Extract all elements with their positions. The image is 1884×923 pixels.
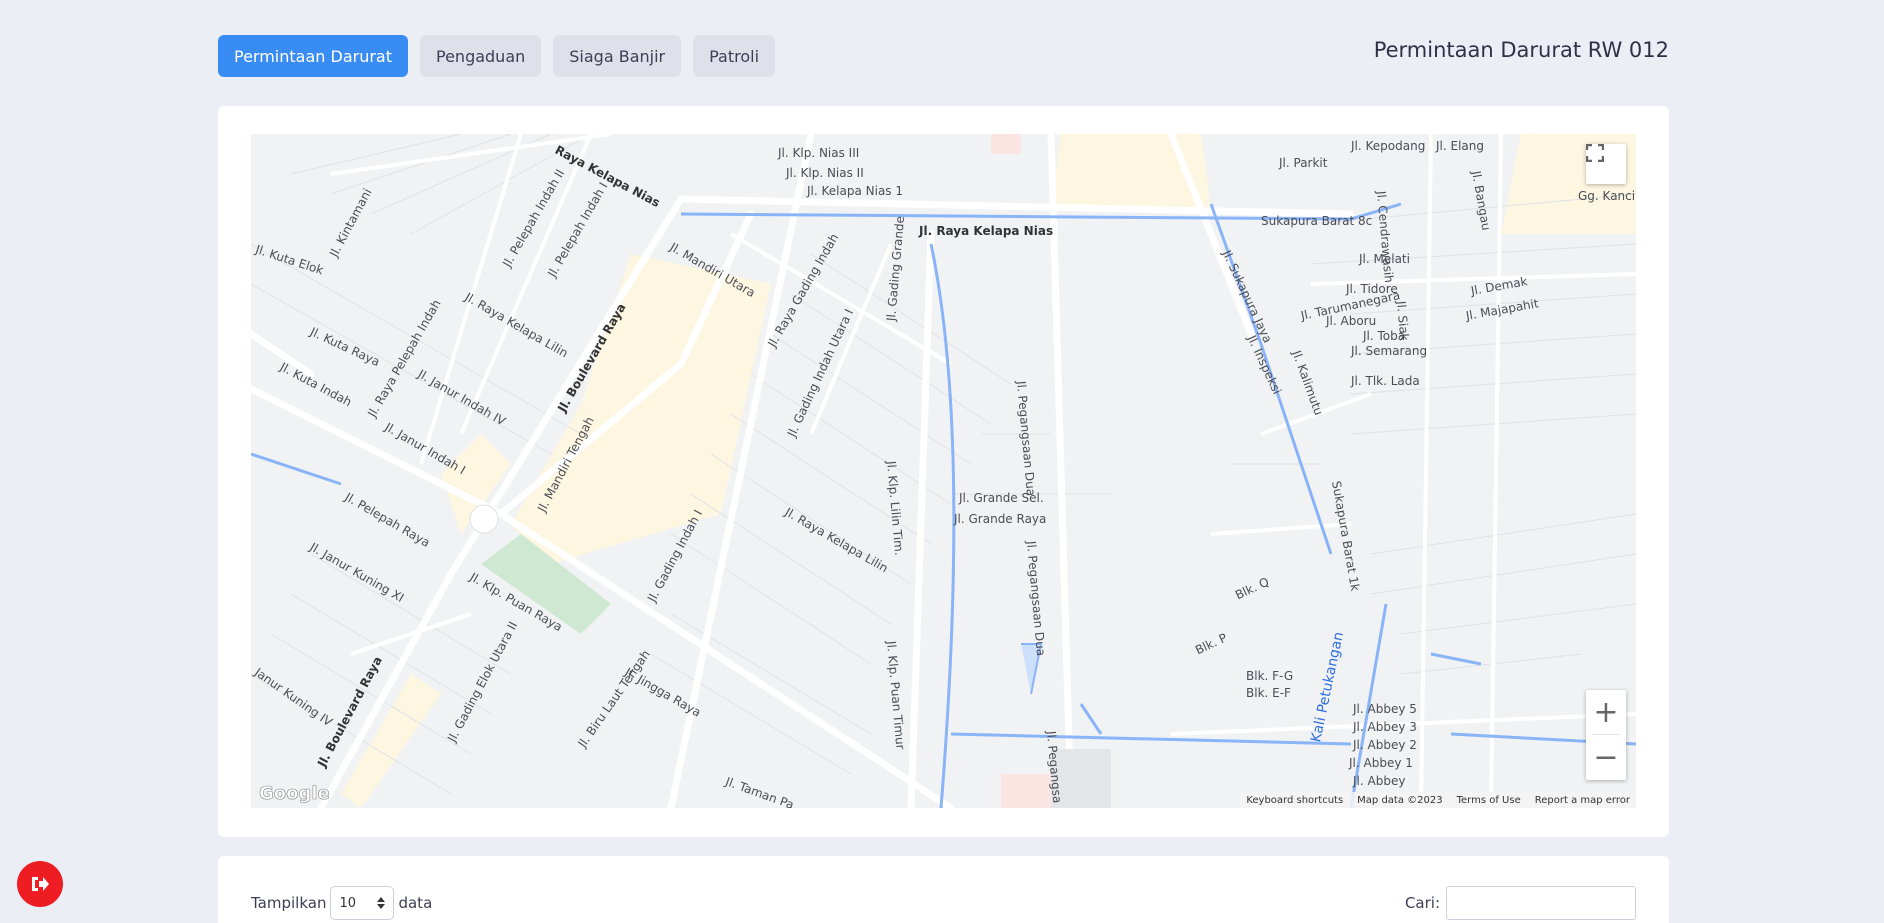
map-label: Jl. Abbey 5 (1353, 702, 1417, 716)
map-label: Jl. Abbey 1 (1349, 756, 1413, 770)
map-label: Jl. Abbey (1353, 774, 1406, 788)
map-label: Gg. Kanci (1578, 189, 1636, 203)
google-logo: Google (259, 783, 330, 805)
map-label: Jl. Abbey 2 (1353, 738, 1417, 752)
map-card: Raya Kelapa Nias Jl. Klp. Nias III Jl. K… (218, 106, 1669, 837)
search-control: Cari: (1405, 886, 1636, 920)
logout-icon (32, 877, 49, 891)
map-label: Jl. Tlk. Lada (1351, 374, 1420, 388)
report-map-error-link[interactable]: Report a map error (1535, 795, 1630, 806)
select-arrows-icon (377, 897, 386, 909)
map-label: Jl. Raya Kelapa Nias (919, 224, 1054, 238)
zoom-in-button[interactable]: + (1586, 690, 1626, 734)
map-label: Jl. Klp. Nias II (786, 166, 864, 180)
page-length-select[interactable]: 10 (330, 886, 395, 920)
zoom-control: + − (1586, 690, 1626, 780)
page: Permintaan Darurat Pengaduan Siaga Banji… (0, 0, 1884, 923)
page-length-value: 10 (339, 895, 357, 911)
map-label: Sukapura Barat 8c (1261, 214, 1373, 228)
table-card: Tampilkan 10 data Cari: (218, 856, 1669, 923)
page-title: Permintaan Darurat RW 012 (1373, 38, 1669, 62)
map-label: Blk. E-F (1246, 686, 1291, 700)
map-label: Jl. Abbey 3 (1353, 720, 1417, 734)
map-label: Jl. Parkit (1279, 156, 1328, 170)
tab-patroli[interactable]: Patroli (693, 35, 776, 77)
terms-of-use-link[interactable]: Terms of Use (1457, 795, 1521, 806)
tab-pengaduan[interactable]: Pengaduan (420, 35, 542, 77)
logout-button[interactable] (17, 861, 63, 907)
map-label: Jl. Semarang (1351, 344, 1428, 358)
map-label: Jl. Kelapa Nias 1 (807, 184, 903, 198)
map-label: Blk. F-G (1246, 669, 1294, 683)
map-label: Jl. Grande Raya (954, 512, 1047, 526)
tab-permintaan-darurat[interactable]: Permintaan Darurat (218, 35, 408, 77)
map-label: Jl. Kepodang (1351, 139, 1426, 153)
show-label: Tampilkan (251, 894, 327, 912)
search-label: Cari: (1404, 894, 1440, 912)
search-input[interactable] (1446, 886, 1636, 920)
data-label: data (398, 894, 433, 912)
map-label: Jl. Aboru (1326, 314, 1377, 328)
zoom-out-button[interactable]: − (1586, 735, 1626, 779)
map-label: Jl. Klp. Nias III (778, 146, 860, 160)
tab-siaga-banjir[interactable]: Siaga Banjir (553, 35, 682, 77)
fullscreen-icon (1586, 144, 1604, 162)
tab-bar: Permintaan Darurat Pengaduan Siaga Banji… (218, 35, 776, 77)
page-length-control: Tampilkan 10 data (251, 886, 432, 920)
map-data-label: Map data ©2023 (1357, 794, 1443, 806)
keyboard-shortcuts-link[interactable]: Keyboard shortcuts (1246, 795, 1343, 806)
map-label: Jl. Elang (1436, 139, 1484, 153)
map-attribution: Keyboard shortcuts Map data ©2023 Terms … (1240, 792, 1636, 808)
google-map[interactable]: Raya Kelapa Nias Jl. Klp. Nias III Jl. K… (251, 134, 1636, 808)
fullscreen-button[interactable] (1586, 144, 1626, 184)
